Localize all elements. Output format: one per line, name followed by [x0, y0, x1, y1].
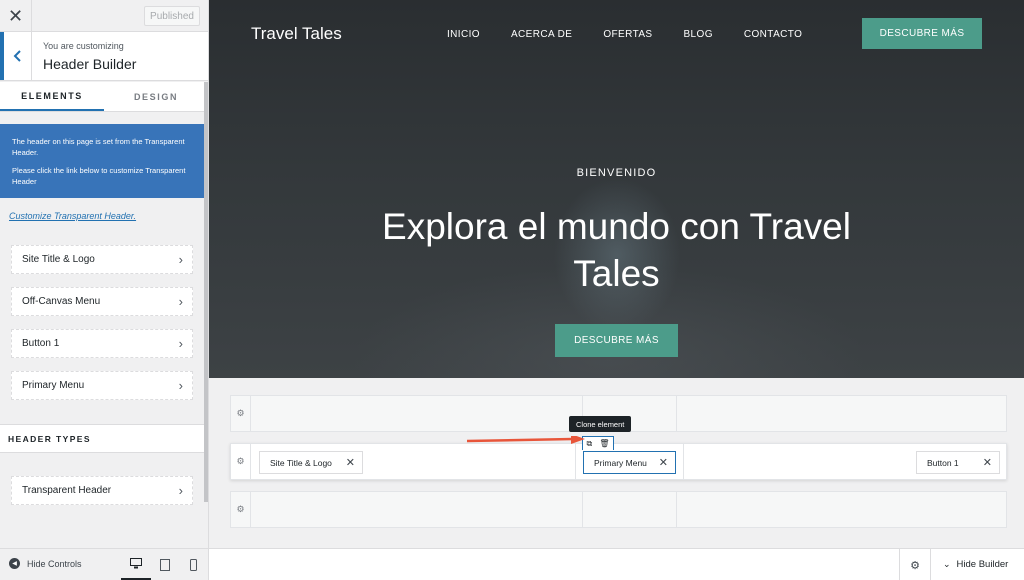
- chip-primary-menu[interactable]: Primary Menu ✕: [583, 451, 676, 474]
- chip-site-title-logo[interactable]: Site Title & Logo ✕: [259, 451, 363, 474]
- tablet-icon: [160, 559, 170, 571]
- element-label: Button 1: [22, 338, 60, 349]
- tab-elements[interactable]: ELEMENTS: [0, 82, 104, 111]
- nav-item-acerca-de[interactable]: ACERCA DE: [511, 29, 572, 40]
- trash-icon[interactable]: 🗑: [599, 439, 609, 448]
- device-tablet-button[interactable]: [150, 549, 180, 580]
- hide-builder-button[interactable]: ⌄ Hide Builder: [943, 559, 1008, 570]
- site-title[interactable]: Travel Tales: [251, 24, 342, 44]
- collapse-icon: ◀: [9, 558, 20, 569]
- chevron-down-icon: ⌄: [943, 559, 951, 569]
- customize-transparent-header-link[interactable]: Customize Transparent Header.: [9, 211, 136, 221]
- builder-row-main[interactable]: ⚙ Site Title & Logo ✕ Primary Menu ✕ But…: [230, 443, 1007, 480]
- hide-controls-label: Hide Controls: [27, 558, 82, 569]
- sidebar-topbar: ✕ Published: [0, 0, 208, 32]
- nav-item-contacto[interactable]: CONTACTO: [744, 29, 802, 40]
- hide-controls-button[interactable]: ◀ Hide Controls: [9, 558, 82, 569]
- element-label: Primary Menu: [22, 380, 85, 391]
- column-divider: [575, 444, 576, 479]
- hero-eyebrow: BIENVENIDO: [576, 167, 657, 179]
- close-icon: ✕: [7, 5, 24, 26]
- chip-label: Site Title & Logo: [270, 457, 332, 468]
- sidebar-footer: ◀ Hide Controls: [0, 548, 208, 580]
- chevron-right-icon: ›: [178, 483, 183, 498]
- gear-icon[interactable]: ⚙: [231, 396, 251, 431]
- customizing-header: You are customizing Header Builder: [0, 32, 208, 81]
- element-actions: ⧉ 🗑: [582, 436, 614, 450]
- chip-label: Primary Menu: [594, 457, 647, 468]
- builder-row-bottom[interactable]: ⚙: [230, 491, 1007, 528]
- back-button[interactable]: [0, 32, 32, 80]
- column-divider: [676, 492, 677, 527]
- close-icon[interactable]: ✕: [346, 456, 355, 469]
- chip-button-1[interactable]: Button 1 ✕: [916, 451, 1000, 474]
- nav-item-inicio[interactable]: INICIO: [447, 29, 480, 40]
- header-types-heading: HEADER TYPES: [0, 424, 204, 453]
- close-icon[interactable]: ✕: [983, 456, 992, 469]
- element-label: Off-Canvas Menu: [22, 296, 101, 307]
- device-mobile-button[interactable]: [178, 549, 208, 580]
- clone-element-tooltip: Clone element: [569, 416, 632, 432]
- close-customizer-button[interactable]: ✕: [0, 0, 32, 32]
- mobile-icon: [189, 559, 197, 571]
- column-divider: [582, 492, 583, 527]
- transparent-header-notice: The header on this page is set from the …: [0, 124, 204, 198]
- sidebar-scrollbar[interactable]: [204, 82, 208, 502]
- element-label: Site Title & Logo: [22, 254, 95, 265]
- header-type-label: Transparent Header: [22, 485, 112, 496]
- annotation-arrow-icon: [467, 436, 585, 444]
- chevron-right-icon: ›: [178, 378, 183, 393]
- chevron-right-icon: ›: [178, 252, 183, 267]
- chip-label: Button 1: [927, 457, 959, 468]
- close-icon[interactable]: ✕: [659, 456, 668, 469]
- gear-icon[interactable]: ⚙: [231, 492, 251, 527]
- builder-bottom-bar: ⚙ ⌄ Hide Builder: [209, 548, 1024, 580]
- customizing-title: Header Builder: [43, 56, 137, 72]
- header-type-transparent[interactable]: Transparent Header ›: [11, 476, 193, 505]
- element-button-1[interactable]: Button 1 ›: [11, 329, 193, 358]
- customizer-root: ✕ Published You are customizing Header B…: [0, 0, 1024, 580]
- gear-icon[interactable]: ⚙: [899, 549, 931, 580]
- column-divider: [676, 396, 677, 431]
- site-preview: Travel Tales INICIO ACERCA DE OFERTAS BL…: [209, 0, 1024, 378]
- copy-icon[interactable]: ⧉: [587, 439, 593, 449]
- notice-text-2: Please click the link below to customize…: [12, 166, 186, 186]
- chevron-left-icon: [13, 50, 21, 62]
- tab-design[interactable]: DESIGN: [104, 82, 208, 111]
- gear-icon[interactable]: ⚙: [231, 444, 251, 479]
- desktop-icon: [130, 558, 142, 569]
- chevron-right-icon: ›: [178, 294, 183, 309]
- header-builder: ⚙ ⚙ Site Title & Logo ✕ Primary Menu ✕ B…: [209, 378, 1024, 548]
- primary-nav: INICIO ACERCA DE OFERTAS BLOG CONTACTO: [447, 29, 802, 40]
- hero-cta-button[interactable]: DESCUBRE MÁS: [555, 324, 678, 357]
- notice-text-1: The header on this page is set from the …: [12, 137, 185, 157]
- header-cta-button[interactable]: DESCUBRE MÁS: [862, 18, 982, 49]
- nav-item-blog[interactable]: BLOG: [683, 29, 712, 40]
- hero-title: Explora el mundo con Travel Tales: [382, 206, 851, 294]
- published-button[interactable]: Published: [144, 6, 200, 26]
- device-desktop-button[interactable]: [121, 549, 151, 580]
- element-site-title-logo[interactable]: Site Title & Logo ›: [11, 245, 193, 274]
- element-off-canvas-menu[interactable]: Off-Canvas Menu ›: [11, 287, 193, 316]
- element-primary-menu[interactable]: Primary Menu ›: [11, 371, 193, 400]
- chevron-right-icon: ›: [178, 336, 183, 351]
- customizer-sidebar: ✕ Published You are customizing Header B…: [0, 0, 209, 580]
- hide-builder-label: Hide Builder: [956, 559, 1009, 570]
- column-divider: [683, 444, 684, 479]
- customizing-label: You are customizing: [43, 41, 124, 51]
- nav-item-ofertas[interactable]: OFERTAS: [603, 29, 652, 40]
- panel-tabs: ELEMENTS DESIGN: [0, 82, 208, 112]
